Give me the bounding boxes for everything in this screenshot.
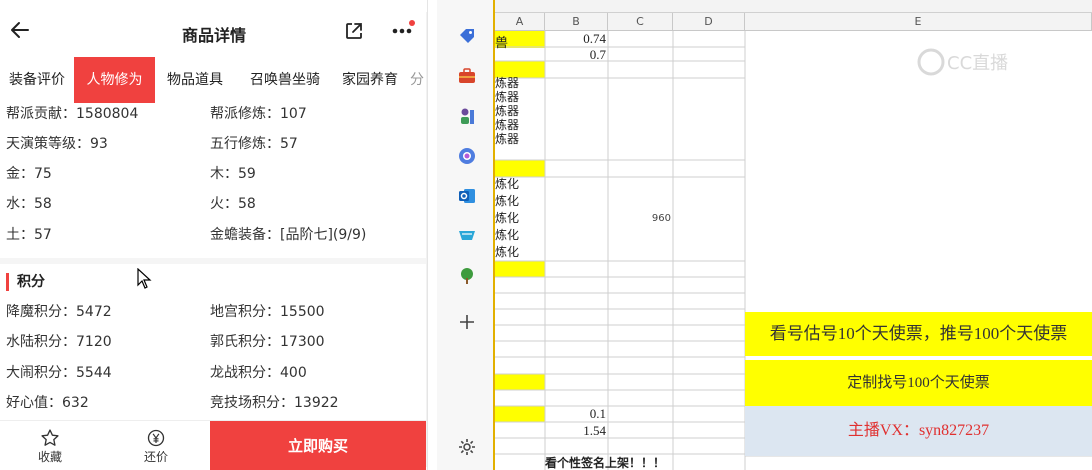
section-divider <box>0 258 426 264</box>
chess-piece-icon[interactable] <box>457 106 477 126</box>
column-header-d[interactable]: D <box>673 13 745 31</box>
cell-a-fragment[interactable]: 炼化 <box>495 212 519 224</box>
points-dragon-battle: 龙战积分：400 <box>210 365 307 381</box>
cell-b-value[interactable]: 1.54 <box>545 423 606 439</box>
column-header-c[interactable]: C <box>608 13 673 31</box>
cell-a-fragment[interactable]: 炼化 <box>495 195 519 207</box>
buy-now-button[interactable]: 立即购买 <box>210 421 426 470</box>
cell-a-fragment[interactable]: 炼器 <box>495 77 519 89</box>
scroll-down-arrow-icon[interactable]: ▼ <box>427 452 428 461</box>
svg-text:CC直播: CC直播 <box>947 53 1008 74</box>
cell-b-value[interactable]: 0.74 <box>545 31 606 47</box>
cell-a-fragment[interactable]: 兽 <box>495 32 508 51</box>
tab-equipment-review[interactable]: 装备评价 <box>0 57 74 103</box>
stat-earth: 土：57 <box>6 227 52 243</box>
bottom-note[interactable]: 看个性签名上架！！！ <box>545 454 665 470</box>
more-menu-icon[interactable] <box>390 18 418 42</box>
favorite-label: 收藏 <box>37 450 62 464</box>
tab-home[interactable]: 家园养育 <box>335 57 405 103</box>
tag-icon[interactable] <box>457 26 477 46</box>
cell-a-fragment[interactable]: 炼化 <box>495 178 519 190</box>
cell-a-fragment[interactable]: 炼化 <box>495 229 519 241</box>
points-underground-palace: 地宫积分：15500 <box>210 304 325 320</box>
points-danao: 大闹积分：5544 <box>6 365 112 381</box>
points-demon-subduing: 降魔积分：5472 <box>6 304 112 320</box>
outlook-icon[interactable] <box>457 186 477 206</box>
bargain-button[interactable]: 还价 <box>106 421 206 470</box>
column-header-e[interactable]: E <box>745 13 1092 31</box>
stat-five-elements: 五行修炼：57 <box>210 136 298 152</box>
stat-guild-contribution: 帮派贡献：1580804 <box>6 106 139 122</box>
browser-sidebar <box>437 0 495 470</box>
tab-bar: 装备评价 人物修为 物品道具 召唤兽坐骑 家园养育 分 <box>0 57 427 103</box>
tree-icon[interactable] <box>457 266 477 286</box>
shopping-icon[interactable] <box>457 226 477 246</box>
yen-coin-icon <box>147 429 165 447</box>
points-guoshi: 郭氏积分：17300 <box>210 334 325 350</box>
header: 商品详情 <box>0 0 427 62</box>
scroll-up-arrow-icon[interactable]: ▲ <box>427 12 428 21</box>
share-icon[interactable] <box>343 20 365 42</box>
mouse-cursor-icon <box>137 268 152 289</box>
points-arena: 竞技场积分：13922 <box>210 395 339 411</box>
spreadsheet: A B C D E 兽 炼器 炼器 炼器 炼器 炼器 炼化 炼化 炼化 炼化 炼… <box>495 0 1092 470</box>
points-kindness: 好心值：632 <box>6 395 89 411</box>
tab-summons-mounts[interactable]: 召唤兽坐骑 <box>235 57 335 103</box>
banner-host-contact[interactable]: 主播VX：syn827237 <box>745 406 1092 456</box>
cell-a-fragment[interactable]: 炼器 <box>495 91 519 103</box>
points-section-title: 积分 <box>6 273 45 291</box>
livestream-watermark-logo: CC直播 <box>917 48 1008 76</box>
copilot-icon[interactable] <box>457 146 477 166</box>
settings-gear-icon[interactable] <box>457 437 477 457</box>
cell-a-fragment[interactable]: 炼器 <box>495 133 519 145</box>
cell-c-value[interactable]: 960 <box>608 213 671 224</box>
stat-water: 水：58 <box>6 196 52 212</box>
bargain-label: 还价 <box>143 450 168 464</box>
tab-items[interactable]: 物品道具 <box>155 57 235 103</box>
cell-a-fragment[interactable]: 炼器 <box>495 105 519 117</box>
stat-golden-toad-equipment: 金蟾装备：[品阶七](9/9) <box>210 227 367 243</box>
banner-custom-search[interactable]: 定制找号100个天使票 <box>745 360 1092 406</box>
banner-appraisal[interactable]: 看号估号10个天使票，推号100个天使票 <box>745 312 1092 356</box>
toolbox-icon[interactable] <box>457 66 477 86</box>
plus-icon[interactable] <box>457 312 477 332</box>
star-icon <box>41 429 59 446</box>
cell-b-value[interactable]: 0.7 <box>545 47 606 63</box>
stat-fire: 火：58 <box>210 196 256 212</box>
favorite-button[interactable]: 收藏 <box>0 421 100 470</box>
stat-guild-cultivation: 帮派修炼：107 <box>210 106 307 122</box>
sheet-toolbar-strip <box>495 0 1092 13</box>
column-header-a[interactable]: A <box>495 13 545 31</box>
tab-character-cultivation[interactable]: 人物修为 <box>74 57 155 103</box>
cell-a-fragment[interactable]: 炼化 <box>495 246 519 258</box>
cell-a-fragment[interactable]: 炼器 <box>495 119 519 131</box>
scrollbar[interactable]: ▲ ▼ <box>426 12 428 467</box>
bottom-action-bar: 收藏 还价 立即购买 <box>0 420 427 470</box>
stat-metal: 金：75 <box>6 166 52 182</box>
stat-tianyance-level: 天演策等级：93 <box>6 136 108 152</box>
column-header-b[interactable]: B <box>545 13 608 31</box>
stat-wood: 木：59 <box>210 166 256 182</box>
points-shuilu: 水陆积分：7120 <box>6 334 112 350</box>
phone-panel: 商品详情 装备评价 人物修为 物品道具 召唤兽坐骑 家园养育 分 帮派贡献：15… <box>0 0 428 470</box>
cell-b-value[interactable]: 0.1 <box>545 406 606 422</box>
